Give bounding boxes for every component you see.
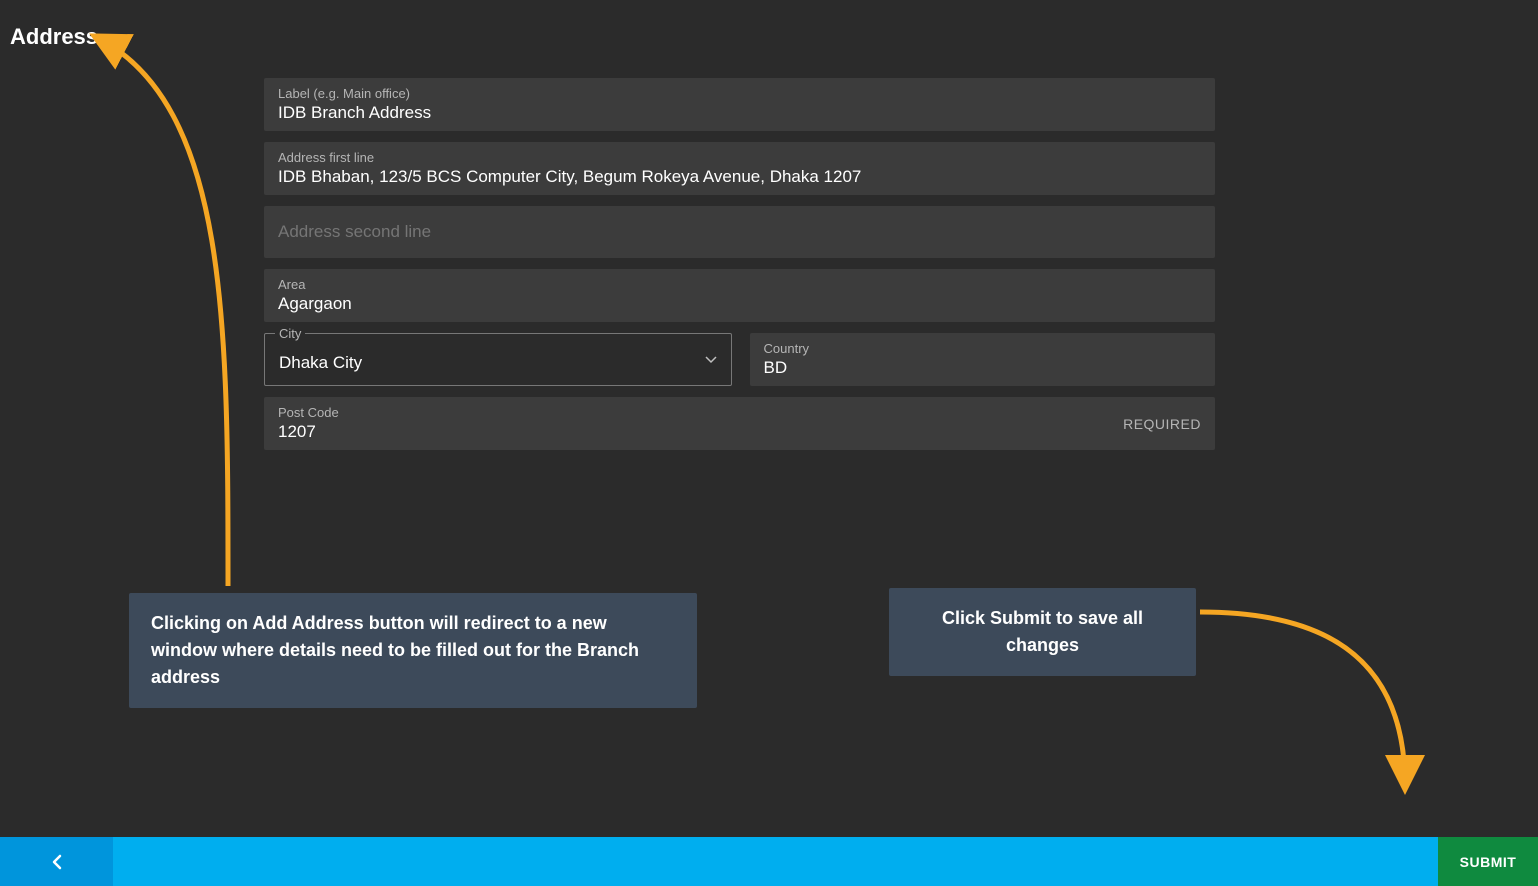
line1-caption: Address first line [278,150,1201,165]
annotation-arrow-address [78,26,248,596]
required-badge: REQUIRED [1123,416,1201,432]
footer-bar: SUBMIT [0,837,1538,886]
postcode-input[interactable] [278,422,1016,442]
annotation-arrow-submit [1195,600,1445,830]
label-field[interactable]: Label (e.g. Main office) [264,78,1215,131]
address-line2-field[interactable] [264,206,1215,258]
callout-submit: Click Submit to save all changes [889,588,1196,676]
address-form: Label (e.g. Main office) Address first l… [264,78,1215,461]
chevron-left-icon [51,854,63,870]
page-title: Address [10,24,98,50]
back-button[interactable] [0,837,113,886]
area-field[interactable]: Area [264,269,1215,322]
line1-input[interactable] [278,167,1201,187]
address-line1-field[interactable]: Address first line [264,142,1215,195]
city-caption: City [279,326,301,341]
line2-input[interactable] [278,222,1201,242]
area-caption: Area [278,277,1201,292]
city-field[interactable]: City Dhaka City [264,333,732,386]
city-value: Dhaka City [279,342,717,373]
country-field[interactable]: Country [750,333,1216,386]
area-input[interactable] [278,294,1201,314]
postcode-caption: Post Code [278,405,1201,420]
callout-add-address: Clicking on Add Address button will redi… [129,593,697,708]
chevron-down-icon[interactable] [705,351,717,369]
postcode-field[interactable]: Post Code REQUIRED [264,397,1215,450]
label-input[interactable] [278,103,1201,123]
country-caption: Country [764,341,1202,356]
footer-spacer [113,837,1438,886]
submit-button[interactable]: SUBMIT [1438,837,1538,886]
country-input[interactable] [764,358,1202,378]
label-caption: Label (e.g. Main office) [278,86,1201,101]
